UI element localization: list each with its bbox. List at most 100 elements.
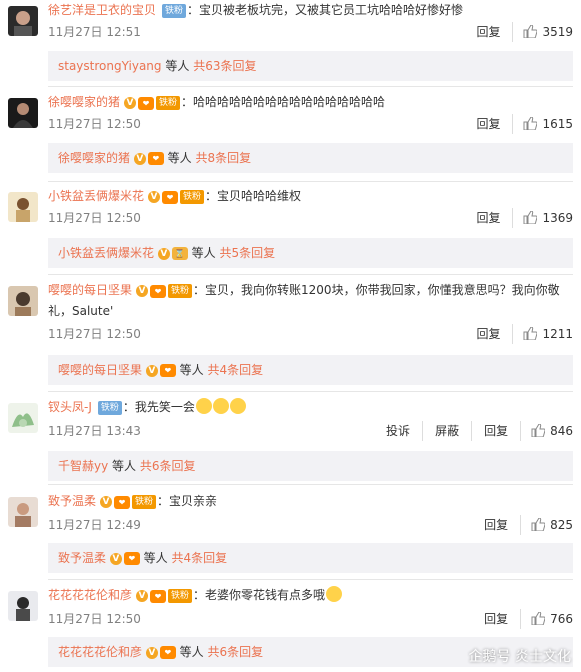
reply-count-link[interactable]: 共63条回复 [193,59,256,73]
reply-count-link[interactable]: 共6条回复 [140,459,196,473]
username-link[interactable]: 徐嘤嘤家的猪 [48,95,120,109]
like-button[interactable]: 825 [520,514,573,535]
username-link[interactable]: 徐艺洋是卫衣的宝贝 [48,3,156,17]
hourglass-icon: ⌛ [171,247,188,260]
block-button[interactable]: 屏蔽 [422,420,471,441]
wink-emoji-icon [326,586,343,602]
avatar[interactable] [8,497,38,527]
reply-suffix: 等人 [112,459,137,473]
reply-username[interactable]: 千智赫yy [58,459,108,473]
reply-button[interactable]: 回复 [464,324,512,344]
like-count: 846 [550,423,573,438]
like-button[interactable]: 3519 [512,21,573,42]
reply-username[interactable]: 徐嘤嘤家的猪 [58,151,130,165]
avatar[interactable] [8,286,38,316]
divider [48,274,573,275]
reply-username[interactable]: 致予温柔 [58,551,106,565]
watermark: 企鹅号 炎士文化 [468,649,571,665]
comment-time: 11月27日 12:50 [48,210,141,225]
comment-text: ：哈哈哈哈哈哈哈哈哈哈哈哈哈哈哈哈 [181,95,386,109]
grin-emoji-icon [195,398,212,414]
reply-username[interactable]: 嘤嘤的每日坚果 [58,363,142,377]
comment-item: 徐嘤嘤家的猪 V ❤ 铁粉 ：哈哈哈哈哈哈哈哈哈哈哈哈哈哈哈哈 11月27日 12:50… [0,92,581,178]
fan-badge: 铁粉 [180,190,205,204]
comment-text: ：宝贝被老板坑完，又被其它员工坑哈哈哈好惨好惨 [187,3,464,17]
level-icon: ❤ [147,152,164,165]
reply-summary[interactable]: 嘤嘤的每日坚果 V ❤ 等人 共4条回复 [48,355,573,385]
thumbs-up-icon [531,611,546,625]
like-button[interactable]: 766 [520,608,573,629]
like-count: 3519 [542,24,573,39]
vip-icon: V [157,247,170,260]
reply-count-link[interactable]: 共6条回复 [208,645,264,659]
grin-emoji-icon [229,398,246,414]
like-button[interactable]: 1211 [512,323,573,344]
thumbs-up-icon [523,326,538,340]
reply-suffix: 等人 [179,645,204,659]
grin-emoji-icon [212,398,229,414]
reply-summary[interactable]: 徐嘤嘤家的猪 V ❤ 等人 共8条回复 [48,143,573,173]
reply-suffix: 等人 [191,246,216,260]
vip-icon: V [124,97,137,109]
comment-text: ：宝贝亲亲 [157,494,218,508]
reply-summary[interactable]: staystrongYiyang 等人 共63条回复 [48,51,573,81]
reply-count-link[interactable]: 共4条回复 [208,363,264,377]
reply-button[interactable]: 回复 [464,22,512,42]
reply-summary[interactable]: 小铁盆丢俩爆米花 V ⌛ 等人 共5条回复 [48,238,573,268]
reply-username[interactable]: staystrongYiyang [58,59,162,73]
like-count: 766 [550,611,573,626]
comment-time: 11月27日 12:50 [48,116,141,131]
comment-time: 11月27日 12:50 [48,611,141,626]
level-icon: ❤ [150,589,167,603]
reply-count-link[interactable]: 共8条回复 [196,151,252,165]
reply-summary[interactable]: 千智赫yy 等人 共6条回复 [48,451,573,481]
reply-button[interactable]: 回复 [464,114,512,134]
thumbs-up-icon [523,116,538,130]
level-icon: ❤ [162,190,179,204]
username-link[interactable]: 钗头凤-J [48,400,92,414]
like-button[interactable]: 1369 [512,207,573,228]
avatar[interactable] [8,6,38,36]
reply-username[interactable]: 花花花花伦和彦 [58,645,142,659]
vip-icon: V [109,552,122,565]
level-icon: ❤ [159,646,176,659]
reply-button[interactable]: 回复 [472,515,520,535]
fan-badge: 铁粉 [168,589,193,603]
avatar[interactable] [8,192,38,222]
report-button[interactable]: 投诉 [374,421,422,441]
level-icon: ❤ [150,284,167,298]
username-link[interactable]: 嘤嘤的每日坚果 [48,283,132,297]
divider [48,86,573,87]
like-count: 825 [550,517,573,532]
reply-button[interactable]: 回复 [471,420,520,441]
level-icon: ❤ [159,364,176,377]
reply-suffix: 等人 [167,151,192,165]
comment-item: 嘤嘤的每日坚果 V ❤ 铁粉 ：宝贝，我向你转账1200块，你带我回家，你懂我意思吗？我… [0,280,581,390]
reply-button[interactable]: 回复 [464,208,512,228]
like-count: 1369 [542,210,573,225]
comment-item: 小铁盆丢俩爆米花 V ❤ 铁粉 ：宝贝哈哈哈维权 11月27日 12:50 回复 1369… [0,186,581,272]
reply-suffix: 等人 [179,363,204,377]
comment-item: 致予温柔 V ❤ 铁粉 ：宝贝亲亲 11月27日 12:49 回复 825 致予温柔 V ❤… [0,491,581,577]
reply-count-link[interactable]: 共5条回复 [220,246,276,260]
avatar[interactable] [8,403,38,433]
avatar[interactable] [8,98,38,128]
vip-icon: V [148,191,161,203]
comment-time: 11月27日 12:51 [48,24,141,39]
reply-count-link[interactable]: 共4条回复 [172,551,228,565]
like-button[interactable]: 846 [520,420,573,441]
username-link[interactable]: 致予温柔 [48,494,96,508]
username-link[interactable]: 小铁盆丢俩爆米花 [48,189,144,203]
vip-icon: V [100,496,113,508]
thumbs-up-icon [531,423,546,437]
reply-summary[interactable]: 致予温柔 V ❤ 等人 共4条回复 [48,543,573,573]
like-button[interactable]: 1615 [512,113,573,134]
reply-button[interactable]: 回复 [472,609,520,629]
fan-badge: 铁粉 [132,495,157,509]
vip-icon: V [145,646,158,659]
comment-time: 11月27日 12:49 [48,517,141,532]
reply-username[interactable]: 小铁盆丢俩爆米花 [58,246,154,260]
reply-suffix: 等人 [165,59,190,73]
avatar[interactable] [8,591,38,621]
username-link[interactable]: 花花花花伦和彦 [48,588,132,602]
